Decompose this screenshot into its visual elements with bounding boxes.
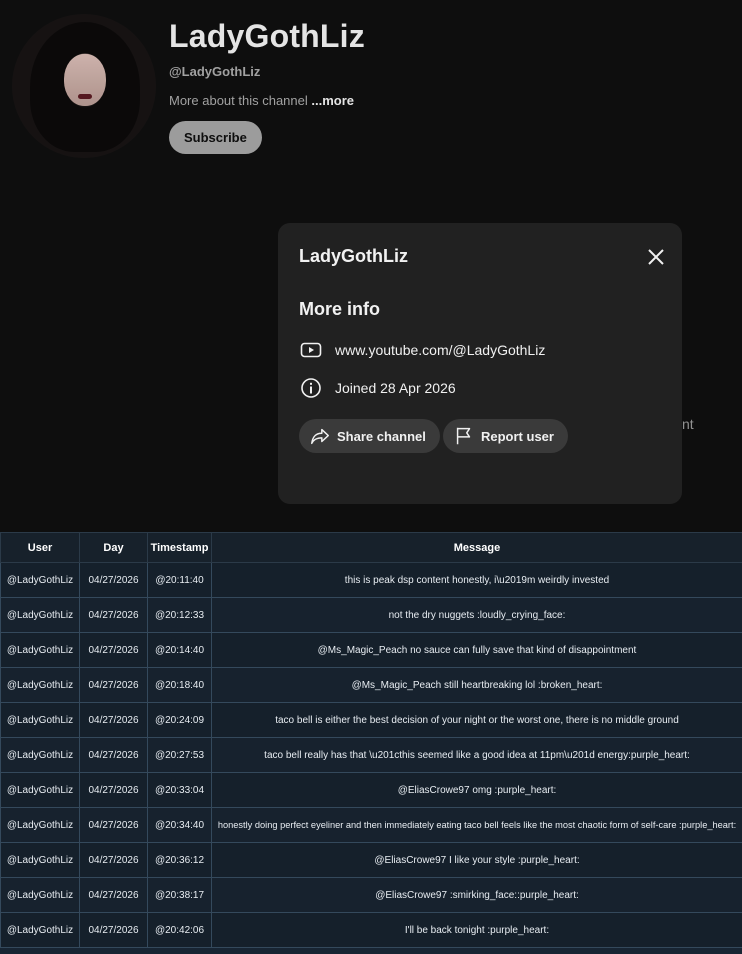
cell-user: @LadyGothLiz bbox=[0, 702, 80, 738]
comments-table-container: User Day Timestamp Message @LadyGothLiz 0… bbox=[0, 532, 742, 954]
table-row[interactable]: @LadyGothLiz 04/27/2026 @20:34:40 honestly … bbox=[0, 807, 742, 843]
cell-day: 04/27/2026 bbox=[79, 842, 148, 878]
share-icon bbox=[311, 428, 329, 445]
cell-message: @Ms_Magic_Peach no sauce can fully save … bbox=[211, 632, 742, 668]
cell-day: 04/27/2026 bbox=[79, 597, 148, 633]
cell-timestamp: @20:34:40 bbox=[147, 807, 212, 843]
cell-timestamp: @20:27:53 bbox=[147, 737, 212, 773]
table-row[interactable]: @LadyGothLiz 04/27/2026 @20:36:12 @EliasCro… bbox=[0, 842, 742, 878]
cell-timestamp: @20:24:09 bbox=[147, 702, 212, 738]
cell-user: @LadyGothLiz bbox=[0, 772, 80, 808]
table-row[interactable]: @LadyGothLiz 04/27/2026 @20:11:40 this is p… bbox=[0, 562, 742, 598]
table-row[interactable]: @LadyGothLiz 04/27/2026 @20:14:40 @Ms_Magic… bbox=[0, 632, 742, 668]
table-header-row: User Day Timestamp Message bbox=[0, 532, 742, 563]
cell-user: @LadyGothLiz bbox=[0, 877, 80, 913]
cell-message: taco bell really has that \u201cthis see… bbox=[211, 737, 742, 773]
share-channel-label: Share channel bbox=[337, 428, 426, 444]
channel-url[interactable]: www.youtube.com/@LadyGothLiz bbox=[335, 342, 545, 358]
cell-day: 04/27/2026 bbox=[79, 772, 148, 808]
report-user-label: Report user bbox=[481, 428, 554, 444]
cell-day: 04/27/2026 bbox=[79, 562, 148, 598]
table-row[interactable]: @LadyGothLiz 04/27/2026 @20:24:09 taco bell… bbox=[0, 702, 742, 738]
cell-timestamp: @20:42:06 bbox=[147, 912, 212, 948]
cell-user: @LadyGothLiz bbox=[0, 912, 80, 948]
cell-timestamp: @20:12:33 bbox=[147, 597, 212, 633]
share-channel-button[interactable]: Share channel bbox=[299, 419, 440, 453]
cell-timestamp: @20:11:40 bbox=[147, 562, 212, 598]
cell-day: 04/27/2026 bbox=[79, 667, 148, 703]
close-button[interactable] bbox=[644, 245, 668, 269]
cell-message: @EliasCrowe97 :smirking_face::purple_hea… bbox=[211, 877, 742, 913]
table-row[interactable]: @LadyGothLiz 04/27/2026 @20:42:06 I'll be b… bbox=[0, 912, 742, 948]
header-user[interactable]: User bbox=[0, 532, 80, 563]
cell-message: not the dry nuggets :loudly_crying_face: bbox=[211, 597, 742, 633]
cell-timestamp: @20:18:40 bbox=[147, 667, 212, 703]
cell-day: 04/27/2026 bbox=[79, 877, 148, 913]
table-body: @LadyGothLiz 04/27/2026 @20:11:40 this is p… bbox=[0, 562, 742, 948]
cell-timestamp: @20:36:12 bbox=[147, 842, 212, 878]
flag-icon bbox=[456, 427, 471, 445]
table-row[interactable]: @LadyGothLiz 04/27/2026 @20:33:04 @EliasCro… bbox=[0, 772, 742, 808]
cell-message: @Ms_Magic_Peach still heartbreaking lol … bbox=[211, 667, 742, 703]
cell-user: @LadyGothLiz bbox=[0, 737, 80, 773]
cell-user: @LadyGothLiz bbox=[0, 597, 80, 633]
table-row[interactable]: @LadyGothLiz 04/27/2026 @20:12:33 not the d… bbox=[0, 597, 742, 633]
close-icon bbox=[648, 249, 664, 265]
report-user-button[interactable]: Report user bbox=[443, 419, 568, 453]
more-info-heading: More info bbox=[299, 299, 380, 319]
dialog-title: LadyGothLiz bbox=[299, 246, 408, 266]
cell-message: I'll be back tonight :purple_heart: bbox=[211, 912, 742, 948]
cell-timestamp: @20:38:17 bbox=[147, 877, 212, 913]
cell-timestamp: @20:33:04 bbox=[147, 772, 212, 808]
cell-day: 04/27/2026 bbox=[79, 737, 148, 773]
table-row[interactable]: @LadyGothLiz 04/27/2026 @20:27:53 taco bell… bbox=[0, 737, 742, 773]
cell-user: @LadyGothLiz bbox=[0, 562, 80, 598]
channel-header: LadyGothLiz @LadyGothLiz More about this… bbox=[0, 0, 742, 532]
info-icon bbox=[301, 378, 321, 398]
cell-day: 04/27/2026 bbox=[79, 702, 148, 738]
cell-day: 04/27/2026 bbox=[79, 632, 148, 668]
cell-user: @LadyGothLiz bbox=[0, 842, 80, 878]
cell-user: @LadyGothLiz bbox=[0, 667, 80, 703]
header-timestamp[interactable]: Timestamp bbox=[147, 532, 212, 563]
table-row[interactable]: @LadyGothLiz 04/27/2026 @20:38:17 @EliasCro… bbox=[0, 877, 742, 913]
joined-row: Joined 28 Apr 2026 bbox=[299, 376, 456, 400]
channel-info-dialog: LadyGothLiz More info www.youtube.com/@L… bbox=[278, 223, 682, 504]
cell-message: taco bell is either the best decision of… bbox=[211, 702, 742, 738]
youtube-icon bbox=[300, 342, 322, 358]
table-row[interactable]: @LadyGothLiz 04/27/2026 @20:18:40 @Ms_Magic… bbox=[0, 667, 742, 703]
cell-user: @LadyGothLiz bbox=[0, 632, 80, 668]
header-day[interactable]: Day bbox=[79, 532, 148, 563]
channel-url-row[interactable]: www.youtube.com/@LadyGothLiz bbox=[299, 338, 545, 362]
cell-message: honestly doing perfect eyeliner and then… bbox=[211, 807, 742, 843]
comments-table: User Day Timestamp Message @LadyGothLiz 0… bbox=[0, 532, 742, 948]
cell-message: this is peak dsp content honestly, i\u20… bbox=[211, 562, 742, 598]
cell-message: @EliasCrowe97 I like your style :purple_… bbox=[211, 842, 742, 878]
joined-date: Joined 28 Apr 2026 bbox=[335, 380, 456, 396]
cell-message: @EliasCrowe97 omg :purple_heart: bbox=[211, 772, 742, 808]
cell-timestamp: @20:14:40 bbox=[147, 632, 212, 668]
cell-day: 04/27/2026 bbox=[79, 807, 148, 843]
header-message[interactable]: Message bbox=[211, 532, 742, 563]
cell-user: @LadyGothLiz bbox=[0, 807, 80, 843]
cell-day: 04/27/2026 bbox=[79, 912, 148, 948]
